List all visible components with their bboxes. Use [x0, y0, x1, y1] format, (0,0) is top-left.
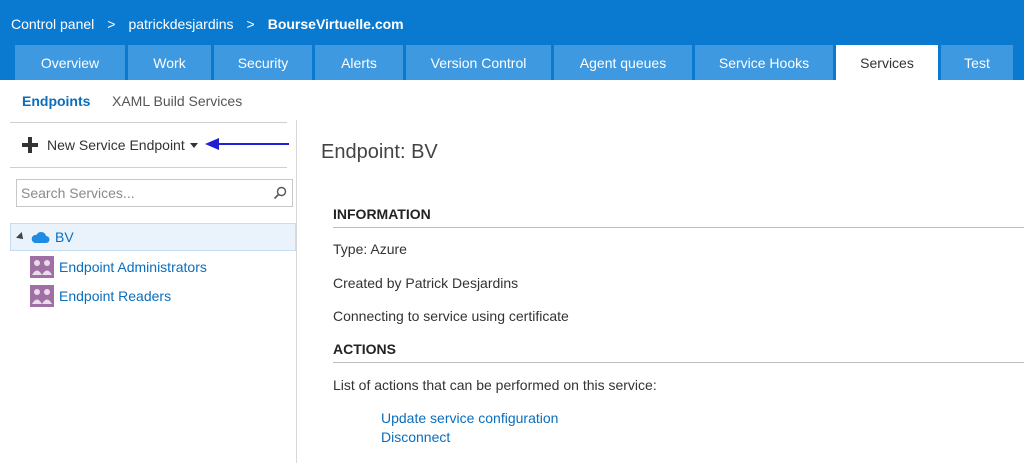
tree-item-label: Endpoint Readers — [59, 288, 172, 304]
tree-item-endpoint-administrators[interactable]: Endpoint Administrators — [10, 253, 296, 281]
tab-bar: Overview Work Security Alerts Version Co… — [0, 45, 1024, 80]
search-box — [16, 179, 293, 207]
expand-triangle-icon[interactable] — [16, 232, 26, 242]
group-icon — [30, 256, 54, 278]
breadcrumb-separator: > — [107, 16, 116, 32]
actions-header: ACTIONS — [333, 341, 1024, 363]
subnav-xaml-build-services[interactable]: XAML Build Services — [112, 93, 242, 109]
info-created-by: Created by Patrick Desjardins — [333, 275, 519, 291]
page-title: Endpoint: BV — [321, 141, 438, 163]
left-pane: New Service Endpoint BV Endpoint Adminis… — [0, 120, 297, 463]
group-icon — [30, 285, 54, 307]
tab-overview[interactable]: Overview — [15, 45, 125, 80]
disconnect-link[interactable]: Disconnect — [381, 429, 450, 445]
tree-item-label: BV — [55, 229, 74, 245]
breadcrumb-project[interactable]: BourseVirtuelle.com — [268, 16, 404, 32]
tab-test[interactable]: Test — [941, 45, 1013, 80]
sub-navigation: Endpoints XAML Build Services — [0, 82, 1024, 120]
tab-agent-queues[interactable]: Agent queues — [554, 45, 692, 80]
new-service-endpoint-button[interactable]: New Service Endpoint — [22, 135, 198, 155]
search-input[interactable] — [17, 180, 267, 206]
information-header: INFORMATION — [333, 206, 1024, 228]
tab-version-control[interactable]: Version Control — [406, 45, 551, 80]
subnav-endpoints[interactable]: Endpoints — [22, 93, 90, 109]
cloud-icon — [31, 231, 50, 243]
tab-service-hooks[interactable]: Service Hooks — [695, 45, 833, 80]
update-service-configuration-link[interactable]: Update service configuration — [381, 410, 558, 426]
search-icon[interactable] — [273, 186, 287, 200]
info-type: Type: Azure — [333, 241, 407, 257]
plus-icon — [22, 137, 38, 153]
breadcrumb: Control panel > patrickdesjardins > Bour… — [11, 14, 404, 34]
endpoint-details: Endpoint: BV INFORMATION Type: Azure Cre… — [298, 120, 1024, 463]
tab-alerts[interactable]: Alerts — [315, 45, 403, 80]
annotation-arrow-icon — [205, 138, 289, 150]
tab-security[interactable]: Security — [214, 45, 312, 80]
top-bar: Control panel > patrickdesjardins > Bour… — [0, 0, 1024, 80]
actions-description: List of actions that can be performed on… — [333, 377, 657, 393]
breadcrumb-control-panel[interactable]: Control panel — [11, 16, 94, 32]
tab-work[interactable]: Work — [128, 45, 211, 80]
breadcrumb-separator: > — [246, 16, 255, 32]
tree-item-label: Endpoint Administrators — [59, 259, 207, 275]
caret-down-icon — [189, 142, 198, 148]
divider — [10, 122, 287, 123]
divider — [10, 167, 287, 168]
info-connection: Connecting to service using certificate — [333, 308, 569, 324]
tab-services[interactable]: Services — [836, 45, 938, 80]
tree-item-endpoint-readers[interactable]: Endpoint Readers — [10, 282, 296, 310]
tree-item-bv[interactable]: BV — [10, 223, 296, 251]
new-service-endpoint-label: New Service Endpoint — [47, 137, 185, 153]
breadcrumb-account[interactable]: patrickdesjardins — [128, 16, 233, 32]
